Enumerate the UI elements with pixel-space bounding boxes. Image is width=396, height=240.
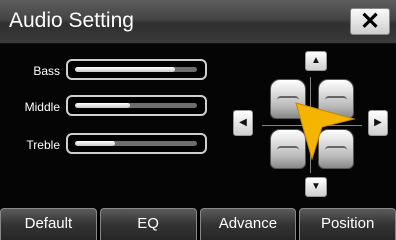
tab-advance[interactable]: Advance bbox=[199, 208, 297, 240]
middle-fill bbox=[75, 103, 130, 108]
middle-label: Middle bbox=[24, 100, 60, 114]
tab-default[interactable]: Default bbox=[0, 208, 97, 240]
balance-up-button[interactable]: ▲ bbox=[305, 51, 327, 71]
middle-track bbox=[75, 103, 197, 108]
arrow-up-icon: ▲ bbox=[311, 55, 321, 66]
treble-track bbox=[75, 141, 197, 146]
bass-fill bbox=[75, 67, 176, 72]
middle-slider[interactable] bbox=[66, 95, 207, 116]
tab-eq[interactable]: EQ bbox=[99, 208, 197, 240]
arrow-right-icon: ▶ bbox=[374, 117, 382, 128]
title-bar: Audio Setting ✕ bbox=[0, 0, 396, 44]
treble-fill bbox=[75, 141, 116, 146]
balance-pointer-icon bbox=[295, 102, 356, 161]
close-button[interactable]: ✕ bbox=[350, 8, 390, 35]
balance-right-button[interactable]: ▶ bbox=[368, 110, 388, 136]
balance-pointer-shape bbox=[295, 102, 356, 161]
close-icon: ✕ bbox=[359, 8, 381, 35]
arrow-left-icon: ◀ bbox=[239, 117, 247, 128]
bass-slider[interactable] bbox=[66, 59, 207, 80]
arrow-down-icon: ▼ bbox=[311, 181, 321, 192]
tab-position[interactable]: Position bbox=[299, 208, 396, 240]
page-title: Audio Setting bbox=[9, 9, 134, 32]
bass-track bbox=[75, 67, 197, 72]
treble-label: Treble bbox=[26, 138, 60, 152]
bass-label: Bass bbox=[33, 64, 60, 78]
treble-slider[interactable] bbox=[66, 133, 207, 154]
balance-down-button[interactable]: ▼ bbox=[305, 177, 327, 197]
tab-bar: Default EQ Advance Position bbox=[0, 208, 396, 240]
balance-left-button[interactable]: ◀ bbox=[233, 110, 253, 136]
balance-fader-pad[interactable] bbox=[260, 75, 364, 175]
